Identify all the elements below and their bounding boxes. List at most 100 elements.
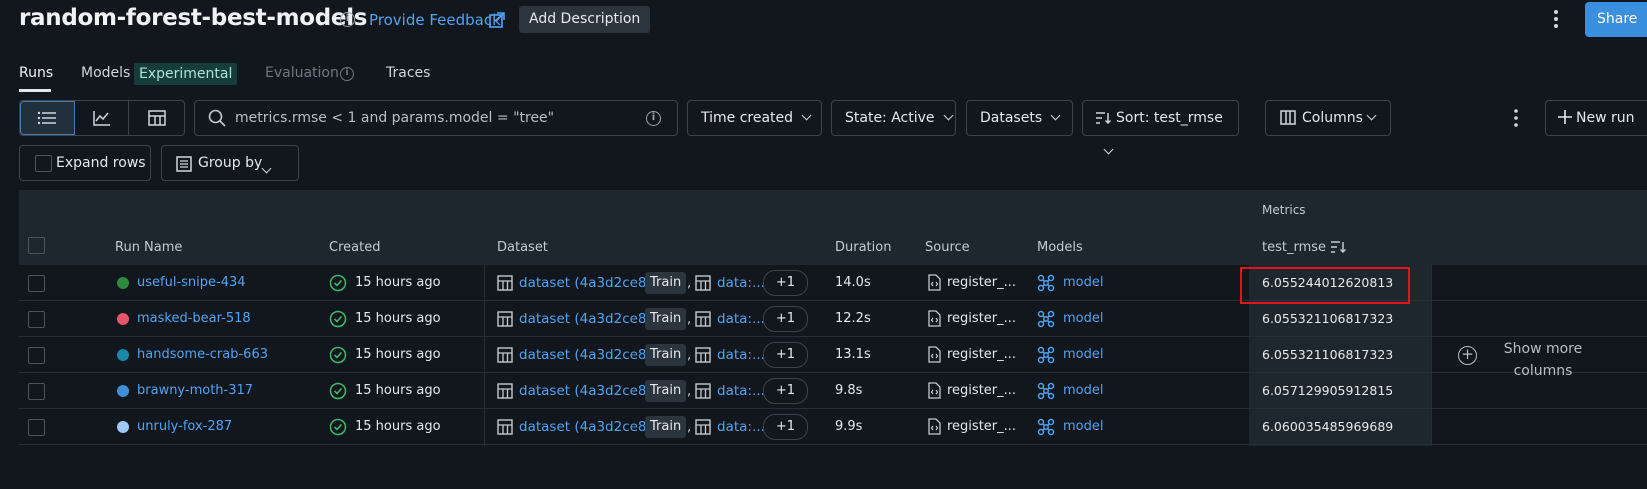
chevron-down-icon bbox=[261, 163, 272, 174]
row-checkbox[interactable] bbox=[28, 311, 45, 328]
table-row[interactable] bbox=[19, 301, 1647, 337]
success-check-icon bbox=[329, 346, 347, 364]
columns-dropdown[interactable]: Columns bbox=[1265, 100, 1391, 136]
dataset-link[interactable]: dataset (4a3d2ce8) bbox=[519, 311, 652, 327]
row-checkbox[interactable] bbox=[28, 275, 45, 292]
time-created-dropdown[interactable]: Time created bbox=[687, 100, 822, 136]
dataset-link[interactable]: data:... bbox=[717, 383, 765, 399]
time-created-label: Time created bbox=[701, 110, 794, 126]
model-link[interactable]: model bbox=[1063, 275, 1103, 290]
more-datasets-badge[interactable]: +1 bbox=[763, 306, 808, 332]
run-color-dot bbox=[117, 349, 129, 361]
table-row[interactable] bbox=[19, 409, 1647, 445]
more-datasets-badge[interactable]: +1 bbox=[763, 414, 808, 440]
run-name-link[interactable]: useful-snipe-434 bbox=[137, 275, 246, 290]
column-header-source[interactable]: Source bbox=[925, 240, 970, 255]
created-time: 15 hours ago bbox=[355, 275, 441, 290]
more-datasets-badge[interactable]: +1 bbox=[763, 378, 808, 404]
model-link[interactable]: model bbox=[1063, 311, 1103, 326]
show-more-columns-button[interactable]: Show more columns bbox=[1500, 338, 1586, 382]
add-description-button[interactable]: Add Description bbox=[519, 6, 651, 33]
run-name-link[interactable]: brawny-moth-317 bbox=[137, 383, 253, 398]
column-header-duration[interactable]: Duration bbox=[835, 240, 891, 255]
group-icon bbox=[176, 156, 192, 172]
model-link[interactable]: model bbox=[1063, 419, 1103, 434]
model-link[interactable]: model bbox=[1063, 347, 1103, 362]
row-checkbox[interactable] bbox=[28, 383, 45, 400]
share-button[interactable]: Share bbox=[1585, 2, 1647, 37]
dataset-context-badge: Train bbox=[645, 308, 687, 330]
test-rmse-value: 6.055321106817323 bbox=[1262, 311, 1394, 326]
run-name-link[interactable]: unruly-fox-287 bbox=[137, 419, 232, 434]
dataset-table-icon bbox=[497, 383, 513, 399]
view-mode-switcher bbox=[19, 100, 185, 136]
dataset-separator: , bbox=[687, 312, 692, 327]
notebook-source-icon bbox=[928, 346, 941, 363]
column-header-run-name[interactable]: Run Name bbox=[115, 240, 182, 255]
table-row[interactable] bbox=[19, 373, 1647, 409]
columns-label: Columns bbox=[1302, 110, 1363, 126]
sort-label: Sort: test_rmse bbox=[1116, 110, 1223, 126]
dataset-link[interactable]: dataset (4a3d2ce8) bbox=[519, 419, 652, 435]
column-header-test-rmse[interactable]: test_rmse bbox=[1262, 240, 1326, 255]
tab-models[interactable]: Models bbox=[81, 65, 130, 81]
source-link[interactable]: register_... bbox=[947, 311, 1016, 326]
created-time: 15 hours ago bbox=[355, 383, 441, 398]
dataset-context-badge: Train bbox=[645, 416, 687, 438]
source-link[interactable]: register_... bbox=[947, 275, 1016, 290]
sort-dropdown[interactable]: Sort: test_rmse bbox=[1082, 100, 1239, 155]
list-view-button[interactable] bbox=[20, 101, 75, 135]
tab-traces[interactable]: Traces bbox=[386, 65, 430, 81]
provide-feedback-link[interactable]: Provide Feedback bbox=[369, 11, 501, 29]
metrics-group-header: Metrics bbox=[1262, 203, 1306, 217]
test-rmse-value: 6.055321106817323 bbox=[1262, 347, 1394, 362]
dataset-link[interactable]: dataset (4a3d2ce8) bbox=[519, 383, 652, 399]
row-checkbox[interactable] bbox=[28, 347, 45, 364]
model-link[interactable]: model bbox=[1063, 383, 1103, 398]
dataset-context-badge: Train bbox=[645, 272, 687, 294]
dataset-link[interactable]: dataset (4a3d2ce8) bbox=[519, 347, 652, 363]
add-column-icon[interactable]: + bbox=[1458, 346, 1477, 365]
column-header-models[interactable]: Models bbox=[1037, 240, 1083, 255]
dataset-link[interactable]: data:... bbox=[717, 275, 765, 291]
datasets-dropdown[interactable]: Datasets bbox=[966, 100, 1073, 136]
info-icon[interactable]: i bbox=[340, 67, 354, 81]
source-link[interactable]: register_... bbox=[947, 347, 1016, 362]
more-datasets-badge[interactable]: +1 bbox=[763, 270, 808, 296]
run-name-link[interactable]: masked-bear-518 bbox=[137, 311, 251, 326]
more-options-icon[interactable] bbox=[1508, 108, 1524, 128]
chevron-down-icon bbox=[1366, 110, 1377, 121]
group-by-dropdown[interactable]: Group by bbox=[161, 145, 299, 181]
tab-runs[interactable]: Runs bbox=[19, 65, 53, 81]
search-query-text[interactable]: metrics.rmse < 1 and params.model = "tre… bbox=[235, 110, 554, 126]
column-header-created[interactable]: Created bbox=[329, 240, 380, 255]
source-link[interactable]: register_... bbox=[947, 419, 1016, 434]
table-view-button[interactable] bbox=[129, 101, 184, 135]
tab-evaluation[interactable]: Evaluation bbox=[265, 65, 339, 81]
state-dropdown[interactable]: State: Active bbox=[831, 100, 956, 136]
more-datasets-badge[interactable]: +1 bbox=[763, 342, 808, 368]
test-rmse-value: 6.060035485969689 bbox=[1262, 419, 1394, 434]
expand-rows-checkbox[interactable] bbox=[35, 155, 52, 172]
expand-rows-toggle[interactable]: Expand rows bbox=[19, 145, 151, 181]
dataset-link[interactable]: data:... bbox=[717, 419, 765, 435]
info-icon[interactable]: i bbox=[340, 12, 355, 27]
dataset-link[interactable]: dataset (4a3d2ce8) bbox=[519, 275, 652, 291]
dataset-link[interactable]: data:... bbox=[717, 347, 765, 363]
new-run-button[interactable]: New run bbox=[1545, 100, 1647, 136]
chart-view-button[interactable] bbox=[75, 101, 130, 135]
model-icon bbox=[1037, 310, 1055, 328]
info-icon[interactable]: i bbox=[646, 111, 661, 126]
success-check-icon bbox=[329, 382, 347, 400]
dataset-table-icon bbox=[497, 347, 513, 363]
source-link[interactable]: register_... bbox=[947, 383, 1016, 398]
column-header-dataset[interactable]: Dataset bbox=[497, 240, 548, 255]
external-link-icon[interactable] bbox=[488, 11, 506, 29]
row-checkbox[interactable] bbox=[28, 419, 45, 436]
select-all-checkbox[interactable] bbox=[28, 237, 45, 254]
more-options-icon[interactable] bbox=[1548, 8, 1564, 30]
run-color-dot bbox=[117, 385, 129, 397]
sort-descending-icon[interactable] bbox=[1330, 240, 1346, 254]
dataset-link[interactable]: data:... bbox=[717, 311, 765, 327]
run-name-link[interactable]: handsome-crab-663 bbox=[137, 347, 268, 362]
